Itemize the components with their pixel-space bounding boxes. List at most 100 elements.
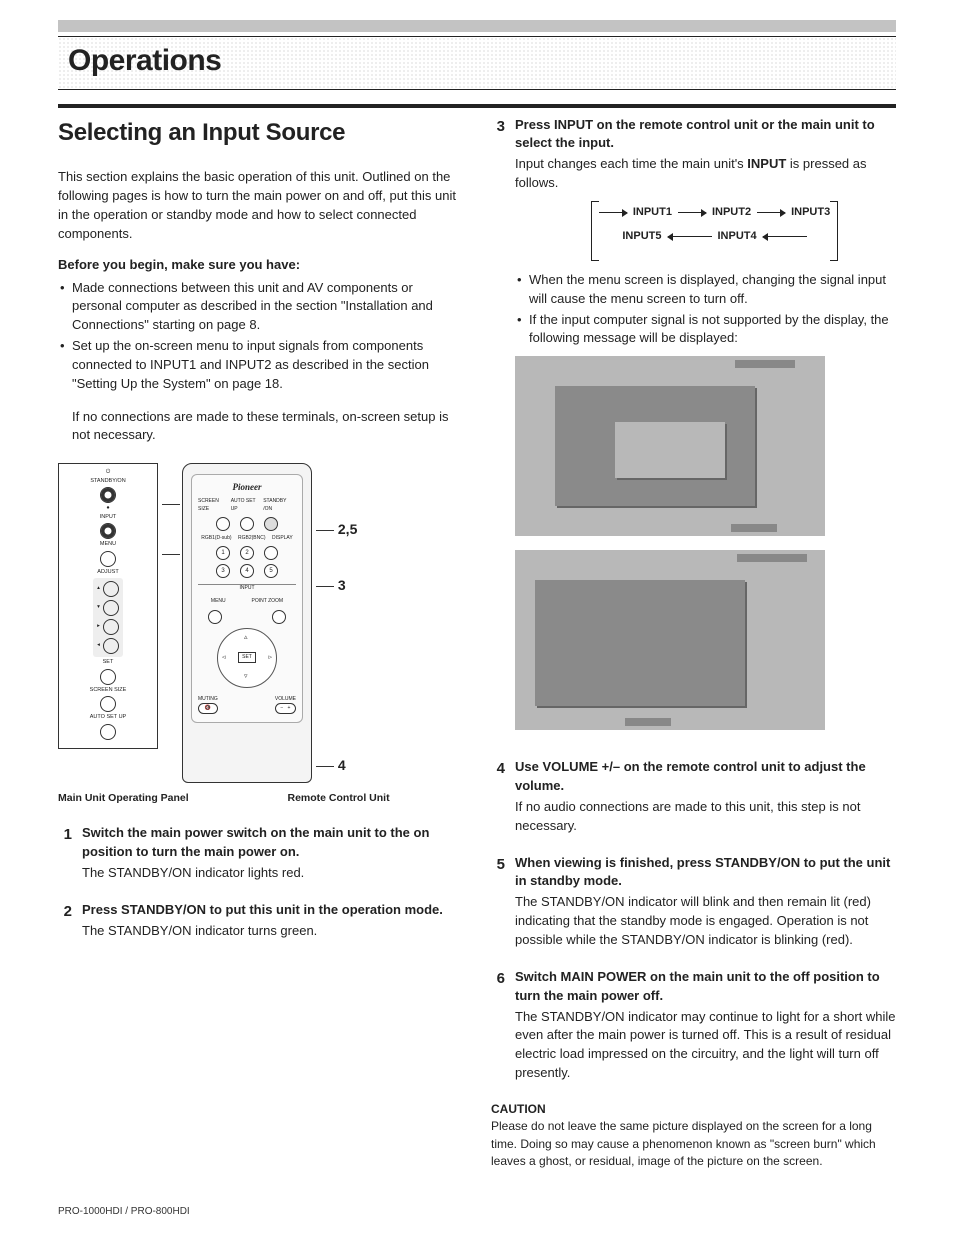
cycle-input5: INPUT5 — [622, 229, 661, 245]
panel-label-standby: STANDBY/ON — [90, 479, 125, 485]
remote-num-2: 2 — [240, 546, 254, 560]
remote-label-menu: MENU — [211, 598, 226, 605]
step-number: 6 — [491, 968, 505, 990]
remote-label-muting: MUTING — [198, 696, 218, 703]
remote-set-button: SET — [238, 652, 256, 663]
panel-menu-button — [100, 551, 116, 567]
step-heading: Use VOLUME +/– on the remote control uni… — [515, 758, 896, 796]
step-number: 5 — [491, 854, 505, 876]
remote-menu-button — [208, 610, 222, 624]
step3-body: Input changes each time the main unit's … — [515, 155, 896, 193]
step-number: 1 — [58, 824, 72, 846]
step-heading: Press STANDBY/ON to put this unit in the… — [82, 901, 463, 920]
remote-muting-button: 🔇 — [198, 703, 218, 714]
unsupported-signal-screen-2 — [515, 550, 825, 730]
top-gray-strip — [58, 20, 896, 32]
panel-label-input: INPUT — [100, 515, 117, 521]
panel-adjust-group: ▴ ▾ ▸ ◂ — [93, 578, 123, 657]
step-text: If no audio connections are made to this… — [515, 798, 896, 836]
cycle-input3: INPUT3 — [791, 205, 830, 221]
panel-label-set: SET — [103, 660, 114, 666]
panel-label-autosetup: AUTO SET UP — [90, 715, 126, 721]
remote-input-divider: INPUT — [198, 584, 296, 592]
remote-caption: Remote Control Unit — [258, 791, 464, 806]
step-number: 2 — [58, 901, 72, 923]
remote-label-standby: STANDBY /ON — [263, 498, 296, 513]
remote-display-button — [264, 546, 278, 560]
panel-standby-button — [100, 487, 116, 503]
footer-model: PRO-1000HDI / PRO-800HDI — [58, 1205, 190, 1220]
remote-label-rgb1: RGB1(D-sub) — [201, 535, 231, 542]
panel-autosetup-button — [100, 724, 116, 740]
main-unit-panel-diagram: ⏻ STANDBY/ON ● INPUT MENU ADJUST ▴ ▾ ▸ — [58, 463, 158, 749]
step-5: 5 When viewing is finished, press STANDB… — [491, 854, 896, 954]
unsupported-signal-screen-1 — [515, 356, 825, 536]
step-text: The STANDBY/ON indicator lights red. — [82, 864, 463, 883]
remote-label-rgb2: RGB2(BNC) — [238, 535, 266, 542]
remote-control-diagram: Pioneer SCREEN SIZE AUTO SET UP STANDBY … — [182, 463, 312, 783]
caution-text: Please do not leave the same picture dis… — [491, 1118, 896, 1170]
step-number: 4 — [491, 758, 505, 780]
caution-heading: CAUTION — [491, 1101, 896, 1118]
step-text: The STANDBY/ON indicator will blink and … — [515, 893, 896, 950]
before-begin-note: If no connections are made to these term… — [58, 408, 463, 446]
step-heading: Press INPUT on the remote control unit o… — [515, 116, 896, 154]
step3-bullet: When the menu screen is displayed, chang… — [515, 271, 896, 309]
step-1: 1 Switch the main power switch on the ma… — [58, 824, 463, 887]
intro-paragraph: This section explains the basic operatio… — [58, 168, 463, 243]
left-column: Selecting an Input Source This section e… — [58, 116, 463, 1171]
remote-callout-3: 3 — [316, 575, 346, 595]
panel-screensize-button — [100, 696, 116, 712]
remote-callout-4: 4 — [316, 755, 346, 775]
step3-bullets: When the menu screen is displayed, chang… — [515, 271, 896, 348]
before-begin-list: Made connections between this unit and A… — [58, 279, 463, 394]
chapter-band: Operations — [58, 36, 896, 90]
panel-label-adjust: ADJUST — [97, 570, 118, 576]
step-heading: Switch MAIN POWER on the main unit to th… — [515, 968, 896, 1006]
remote-num-5: 5 — [264, 564, 278, 578]
cycle-input2: INPUT2 — [712, 205, 751, 221]
remote-brand: Pioneer — [233, 481, 262, 494]
cycle-input1: INPUT1 — [633, 205, 672, 221]
remote-num-3: 3 — [216, 564, 230, 578]
remote-dpad: SET ▵ ▿ ◃ ▹ — [217, 628, 277, 688]
diagrams-row: ⏻ STANDBY/ON ● INPUT MENU ADJUST ▴ ▾ ▸ — [58, 463, 463, 783]
input-cycle-diagram: INPUT1 INPUT2 INPUT3 INPUT5 INPUT4 — [533, 201, 896, 261]
panel-set-button — [100, 669, 116, 685]
step-6: 6 Switch MAIN POWER on the main unit to … — [491, 968, 896, 1087]
remote-callout-25: 2,5 — [316, 519, 357, 539]
remote-num-1: 1 — [216, 546, 230, 560]
section-title: Selecting an Input Source — [58, 116, 463, 151]
chapter-title: Operations — [58, 39, 896, 83]
right-column: 3 Press INPUT on the remote control unit… — [491, 116, 896, 1171]
remote-pointzoom-button — [272, 610, 286, 624]
remote-volume-button: − + — [275, 703, 296, 714]
panel-input-button — [100, 523, 116, 539]
before-begin-item: Made connections between this unit and A… — [58, 279, 463, 336]
panel-label-menu: MENU — [100, 542, 116, 548]
remote-label-volume: VOLUME — [275, 696, 296, 703]
before-begin-item: Set up the on-screen menu to input signa… — [58, 337, 463, 394]
remote-screensize-button — [216, 517, 230, 531]
heavy-rule — [58, 104, 896, 108]
remote-autosetup-button — [240, 517, 254, 531]
step3-bullet: If the input computer signal is not supp… — [515, 311, 896, 349]
remote-label-screensize: SCREEN SIZE — [198, 498, 231, 513]
step-number: 3 — [491, 116, 505, 138]
remote-standby-button — [264, 517, 278, 531]
step-text: The STANDBY/ON indicator turns green. — [82, 922, 463, 941]
before-begin-heading: Before you begin, make sure you have: — [58, 256, 463, 275]
panel-label-screensize: SCREEN SIZE — [90, 688, 127, 694]
cycle-input4: INPUT4 — [718, 229, 757, 245]
step-heading: Switch the main power switch on the main… — [82, 824, 463, 862]
step-2: 2 Press STANDBY/ON to put this unit in t… — [58, 901, 463, 945]
step-text: The STANDBY/ON indicator may continue to… — [515, 1008, 896, 1083]
step-3: 3 Press INPUT on the remote control unit… — [491, 116, 896, 745]
step-heading: When viewing is finished, press STANDBY/… — [515, 854, 896, 892]
remote-label-pointzoom: POINT ZOOM — [252, 598, 284, 605]
panel-caption: Main Unit Operating Panel — [58, 791, 234, 806]
step-4: 4 Use VOLUME +/– on the remote control u… — [491, 758, 896, 839]
remote-label-autosetup: AUTO SET UP — [231, 498, 264, 513]
remote-num-4: 4 — [240, 564, 254, 578]
remote-label-display: DISPLAY — [272, 535, 293, 542]
